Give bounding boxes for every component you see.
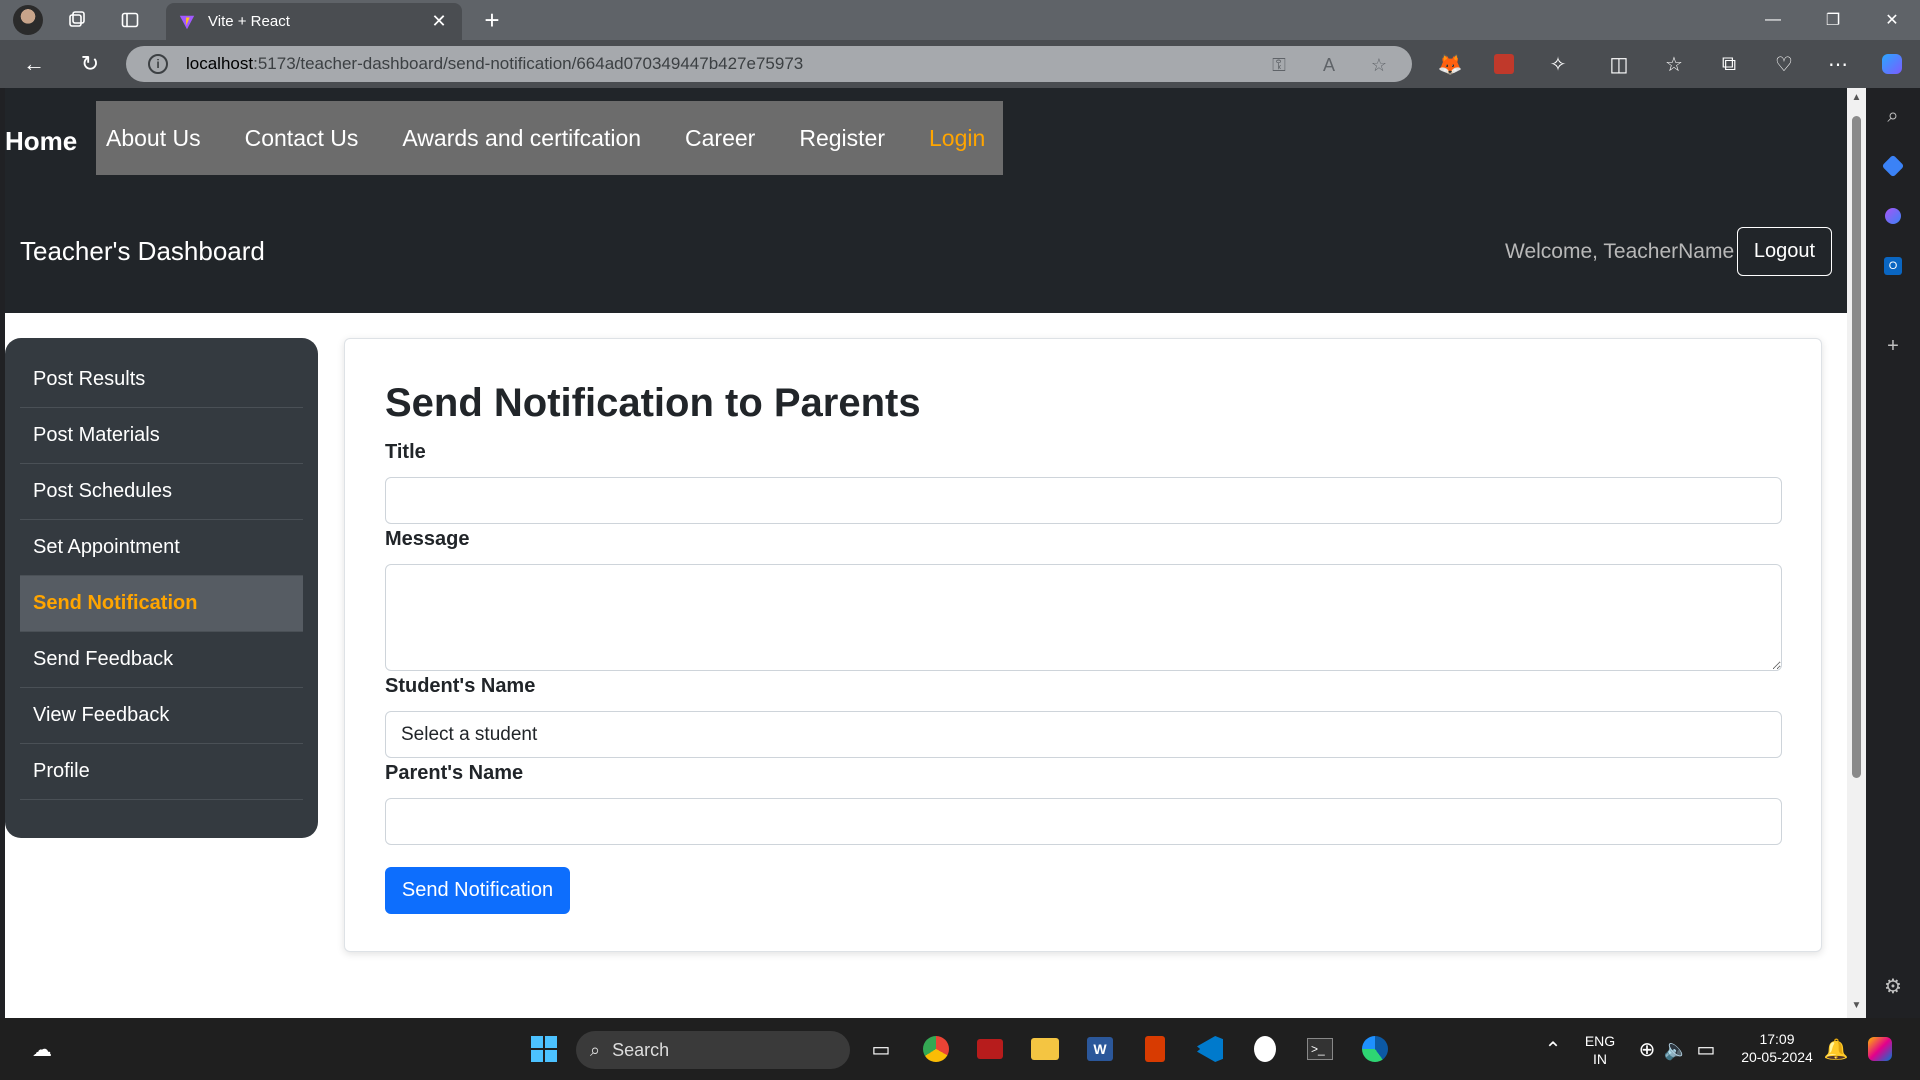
windows-taskbar: ☁ ⌕ Search ▭ W >_ ⌃ ENG IN ⊕ 🔈 ▭ 17:09 2…: [0, 1018, 1920, 1080]
send-notification-button[interactable]: Send Notification: [385, 867, 570, 914]
browser-tab-strip: Vite + React ✕ + — ❐ ✕: [0, 0, 1920, 40]
dashboard-title: Teacher's Dashboard: [20, 236, 265, 266]
split-screen-icon[interactable]: ◫: [1605, 50, 1633, 78]
workspaces-icon[interactable]: [63, 6, 91, 34]
sidebar-item-post-schedules[interactable]: Post Schedules: [20, 464, 303, 520]
dashboard-sidebar: Post Results Post Materials Post Schedul…: [5, 338, 318, 838]
address-bar[interactable]: i localhost:5173/teacher-dashboard/send-…: [126, 46, 1412, 82]
browser-toolbar: ← ↻ i localhost:5173/teacher-dashboard/s…: [0, 40, 1920, 88]
page-viewport: Home About Us Contact Us Awards and cert…: [5, 88, 1847, 1018]
sidebar-shopping-icon[interactable]: [1879, 152, 1907, 180]
student-select-value: Select a student: [401, 723, 538, 745]
vite-logo-icon: [179, 15, 195, 29]
message-textarea[interactable]: [385, 564, 1782, 671]
task-view-icon[interactable]: ▭: [865, 1033, 897, 1065]
refresh-icon[interactable]: ↻: [76, 50, 104, 78]
sidebar-item-send-feedback[interactable]: Send Feedback: [20, 632, 303, 688]
tab-actions-icon[interactable]: [116, 6, 144, 34]
scroll-down-icon[interactable]: ▼: [1851, 1000, 1862, 1011]
sidebar-add-icon[interactable]: +: [1879, 332, 1907, 360]
weather-icon[interactable]: ☁: [26, 1033, 58, 1065]
extension-red-icon[interactable]: [1490, 50, 1518, 78]
student-select[interactable]: Select a student: [385, 711, 1782, 758]
sidebar-outlook-icon[interactable]: O: [1879, 252, 1907, 280]
sidebar-item-view-feedback[interactable]: View Feedback: [20, 688, 303, 744]
terminal-icon[interactable]: >_: [1304, 1033, 1336, 1065]
sidebar-item-send-notification[interactable]: Send Notification: [20, 576, 303, 632]
nav-login[interactable]: Login: [929, 125, 985, 152]
tray-overflow-icon[interactable]: ⌃: [1537, 1033, 1569, 1065]
scroll-up-icon[interactable]: ▲: [1851, 92, 1862, 103]
word-icon[interactable]: W: [1084, 1033, 1116, 1065]
student-name-label: Student's Name: [385, 675, 536, 697]
restore-icon[interactable]: ❐: [1805, 0, 1861, 40]
minimize-icon[interactable]: —: [1745, 0, 1801, 40]
nav-register[interactable]: Register: [799, 125, 885, 152]
sidebar-search-icon[interactable]: ⌕: [1879, 102, 1907, 130]
parent-name-label: Parent's Name: [385, 762, 524, 784]
back-icon[interactable]: ←: [20, 50, 48, 78]
settings-more-icon[interactable]: ⋯: [1824, 50, 1852, 78]
profile-avatar[interactable]: [13, 5, 43, 35]
nav-about-us[interactable]: About Us: [106, 125, 201, 152]
taskbar-search-label: Search: [612, 1039, 670, 1060]
logout-button[interactable]: Logout: [1737, 227, 1832, 276]
browser-tab-active[interactable]: Vite + React ✕: [166, 3, 462, 40]
copilot-taskbar-icon[interactable]: [1864, 1033, 1896, 1065]
vscode-icon[interactable]: [1194, 1033, 1226, 1065]
notification-bell-icon[interactable]: 🔔: [1820, 1033, 1852, 1065]
sidebar-item-post-materials[interactable]: Post Materials: [20, 408, 303, 464]
tab-title: Vite + React: [208, 13, 290, 30]
network-icon[interactable]: ⊕: [1631, 1033, 1663, 1065]
clock[interactable]: 17:09 20-05-2024: [1732, 1030, 1822, 1066]
nav-home-link[interactable]: Home: [5, 126, 77, 157]
url-text: localhost:5173/teacher-dashboard/send-no…: [186, 54, 804, 73]
favorites-icon[interactable]: ☆: [1660, 50, 1688, 78]
nav-contact-us[interactable]: Contact Us: [245, 125, 359, 152]
close-tab-icon[interactable]: ✕: [428, 11, 450, 32]
page-title: Send Notification to Parents: [385, 381, 921, 425]
copilot-icon[interactable]: [1878, 50, 1906, 78]
read-aloud-icon[interactable]: A: [1318, 54, 1340, 76]
battery-icon[interactable]: ▭: [1690, 1033, 1722, 1065]
page-scrollbar[interactable]: ▲ ▼: [1847, 88, 1866, 1018]
volume-icon[interactable]: 🔈: [1660, 1033, 1692, 1065]
new-tab-button[interactable]: +: [478, 6, 506, 34]
sidebar-designer-icon[interactable]: [1879, 202, 1907, 230]
collections-icon[interactable]: ⧉: [1715, 50, 1743, 78]
close-window-icon[interactable]: ✕: [1864, 0, 1920, 40]
metamask-extension-icon[interactable]: 🦊: [1436, 50, 1464, 78]
scrollbar-thumb[interactable]: [1852, 116, 1861, 778]
sidebar-item-set-appointment[interactable]: Set Appointment: [20, 520, 303, 576]
parent-name-input[interactable]: [385, 798, 1782, 845]
favorite-star-icon[interactable]: ☆: [1368, 54, 1390, 76]
file-explorer-icon[interactable]: [1029, 1033, 1061, 1065]
notification-form-card: Send Notification to Parents Title Messa…: [344, 338, 1822, 952]
nav-menu: About Us Contact Us Awards and certifcat…: [96, 101, 1003, 175]
nav-career[interactable]: Career: [685, 125, 755, 152]
title-input[interactable]: [385, 477, 1782, 524]
site-info-icon[interactable]: i: [148, 54, 168, 74]
sidebar-settings-icon[interactable]: ⚙: [1879, 972, 1907, 1000]
top-navbar: Home About Us Contact Us Awards and cert…: [5, 88, 1847, 313]
welcome-text: Welcome, TeacherName: [1505, 240, 1735, 263]
chrome-icon[interactable]: [920, 1033, 952, 1065]
taskbar-search[interactable]: ⌕ Search: [576, 1031, 850, 1069]
sidebar-item-profile[interactable]: Profile: [20, 744, 303, 800]
message-label: Message: [385, 528, 470, 550]
app-red-icon[interactable]: [974, 1033, 1006, 1065]
language-indicator[interactable]: ENG IN: [1582, 1032, 1618, 1068]
extensions-puzzle-icon[interactable]: ✧: [1544, 50, 1572, 78]
browser-essentials-icon[interactable]: ♡: [1770, 50, 1798, 78]
search-icon: ⌕: [590, 1039, 601, 1060]
office-icon[interactable]: [1139, 1033, 1171, 1065]
nav-awards[interactable]: Awards and certifcation: [402, 125, 641, 152]
mongodb-compass-icon[interactable]: [1249, 1033, 1281, 1065]
edge-icon[interactable]: [1359, 1033, 1391, 1065]
sidebar-item-post-results[interactable]: Post Results: [20, 352, 303, 408]
windows-start-icon[interactable]: [528, 1033, 560, 1065]
key-icon[interactable]: ⚿: [1268, 54, 1290, 76]
edge-sidebar: ⌕ O + ⚙: [1866, 88, 1920, 1018]
title-label: Title: [385, 441, 426, 463]
